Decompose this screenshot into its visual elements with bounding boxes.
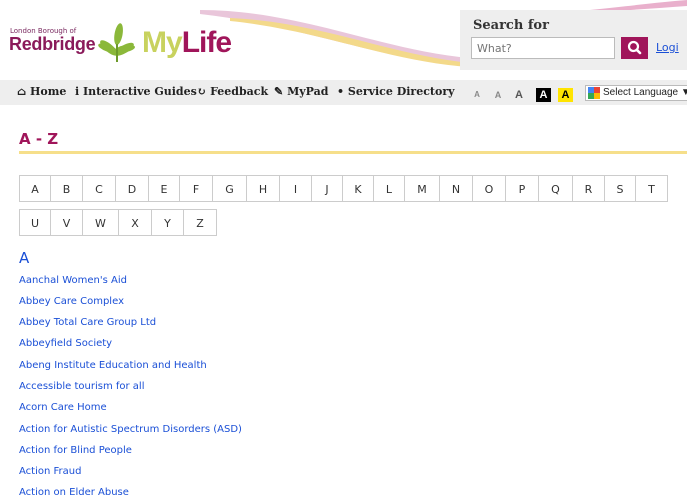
- letter-l[interactable]: L: [373, 175, 405, 202]
- nav-interactive-guides[interactable]: i Interactive Guides: [75, 85, 197, 98]
- language-select[interactable]: Select Language ▼: [585, 85, 687, 101]
- letter-y[interactable]: Y: [151, 209, 184, 236]
- org-link[interactable]: Abbey Care Complex: [19, 296, 124, 307]
- search-input[interactable]: [471, 37, 615, 59]
- letter-m[interactable]: M: [404, 175, 440, 202]
- text-size-medium[interactable]: A: [491, 88, 505, 102]
- nav-directory-label: Service Directory: [347, 85, 455, 98]
- nav-mypad[interactable]: ✎ MyPad: [274, 85, 328, 98]
- letter-i[interactable]: I: [279, 175, 312, 202]
- brand-life: Life: [181, 26, 232, 59]
- leaf-logo-icon[interactable]: [96, 22, 138, 64]
- letter-g[interactable]: G: [212, 175, 247, 202]
- org-link[interactable]: Abbeyfield Society: [19, 338, 112, 349]
- letter-d[interactable]: D: [115, 175, 149, 202]
- letter-b[interactable]: B: [50, 175, 83, 202]
- nav-home-label: Home: [30, 85, 67, 98]
- text-size-large[interactable]: A: [512, 88, 526, 102]
- letter-s[interactable]: S: [604, 175, 636, 202]
- nav-home[interactable]: ⌂ Home: [17, 85, 66, 98]
- letter-w[interactable]: W: [82, 209, 119, 236]
- org-link[interactable]: Abeng Institute Education and Health: [19, 360, 207, 371]
- org-link[interactable]: Action on Elder Abuse: [19, 487, 129, 498]
- letter-z[interactable]: Z: [183, 209, 217, 236]
- letter-e[interactable]: E: [148, 175, 180, 202]
- org-link[interactable]: Abbey Total Care Group Ltd: [19, 317, 156, 328]
- letter-k[interactable]: K: [342, 175, 374, 202]
- letter-r[interactable]: R: [572, 175, 605, 202]
- chevron-down-icon: ▼: [680, 87, 687, 98]
- nav-guides-label: Interactive Guides: [83, 85, 197, 98]
- letter-q[interactable]: Q: [538, 175, 573, 202]
- org-link[interactable]: Accessible tourism for all: [19, 381, 144, 392]
- search-title: Search for: [473, 18, 549, 33]
- letter-c[interactable]: C: [82, 175, 116, 202]
- letter-a[interactable]: A: [19, 175, 51, 202]
- nav-feedback[interactable]: ↻ Feedback: [197, 85, 268, 98]
- borough-name[interactable]: Redbridge: [9, 34, 96, 55]
- search-button[interactable]: [621, 37, 648, 59]
- letter-f[interactable]: F: [179, 175, 213, 202]
- letter-n[interactable]: N: [439, 175, 473, 202]
- title-divider: [19, 151, 687, 154]
- org-link[interactable]: Aanchal Women's Aid: [19, 275, 127, 286]
- map-marker-icon: •: [337, 85, 345, 98]
- letter-v[interactable]: V: [50, 209, 83, 236]
- letter-u[interactable]: U: [19, 209, 51, 236]
- info-icon: i: [75, 85, 80, 98]
- contrast-black[interactable]: A: [536, 88, 551, 102]
- brand-my: My: [142, 26, 183, 59]
- edit-icon: ✎: [274, 85, 284, 98]
- search-icon: [627, 40, 642, 55]
- letter-h[interactable]: H: [246, 175, 280, 202]
- letter-o[interactable]: O: [472, 175, 506, 202]
- home-icon: ⌂: [17, 85, 27, 98]
- language-label: Select Language ▼: [603, 87, 687, 98]
- refresh-icon: ↻: [197, 85, 207, 98]
- section-heading: A: [19, 249, 30, 267]
- org-link[interactable]: Action for Blind People: [19, 445, 132, 456]
- nav-service-directory[interactable]: • Service Directory: [337, 85, 455, 98]
- google-translate-icon: [588, 87, 600, 99]
- org-link[interactable]: Action Fraud: [19, 466, 81, 477]
- text-size-small[interactable]: A: [470, 88, 484, 102]
- mylife-brand[interactable]: MyLife: [142, 26, 232, 60]
- letter-x[interactable]: X: [118, 209, 152, 236]
- login-link[interactable]: Logi: [656, 41, 679, 54]
- nav-mypad-label: MyPad: [287, 85, 329, 98]
- nav-feedback-label: Feedback: [210, 85, 269, 98]
- letter-j[interactable]: J: [311, 175, 343, 202]
- contrast-yellow[interactable]: A: [558, 88, 573, 102]
- letter-p[interactable]: P: [505, 175, 539, 202]
- page-title: A - Z: [19, 130, 59, 148]
- letter-t[interactable]: T: [635, 175, 668, 202]
- org-link[interactable]: Acorn Care Home: [19, 402, 107, 413]
- org-link[interactable]: Action for Autistic Spectrum Disorders (…: [19, 424, 242, 435]
